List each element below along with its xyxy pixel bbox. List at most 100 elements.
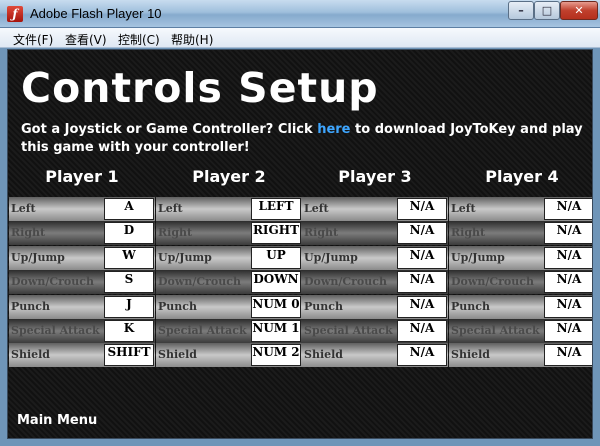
action-label: Left — [11, 202, 36, 215]
control-row: Shield N/A — [302, 343, 448, 368]
control-row: Special Attack N/A — [302, 319, 448, 343]
info-text-before: Got a Joystick or Game Controller? Click — [21, 122, 318, 137]
action-label: Up/Jump — [304, 250, 358, 264]
key-binding-field[interactable]: N/A — [397, 344, 447, 367]
menu-control[interactable]: 控制(C) — [118, 31, 160, 48]
action-label: Shield — [451, 348, 490, 362]
control-row: Up/Jump N/A — [449, 245, 592, 270]
key-binding-field[interactable]: N/A — [544, 198, 592, 220]
key-binding-field[interactable]: DOWN — [251, 271, 301, 294]
control-row: Right RIGHT — [156, 221, 302, 246]
minimize-button[interactable]: – — [508, 1, 534, 20]
key-binding-field[interactable]: N/A — [397, 246, 447, 269]
control-row: Down/Crouch N/A — [449, 270, 592, 295]
action-label: Up/Jump — [451, 250, 505, 264]
action-label: Down/Crouch — [11, 275, 94, 289]
action-label: Punch — [11, 299, 50, 313]
control-row: Left LEFT — [156, 197, 302, 221]
action-label: Left — [158, 202, 183, 215]
flash-stage: Controls Setup Got a Joystick or Game Co… — [7, 49, 593, 439]
control-row: Down/Crouch DOWN — [156, 270, 302, 295]
key-binding-field[interactable]: N/A — [397, 198, 447, 220]
action-label: Punch — [451, 299, 490, 313]
action-label: Right — [304, 226, 339, 240]
key-binding-field[interactable]: NUM 1 — [251, 320, 301, 342]
key-binding-field[interactable]: UP — [251, 246, 301, 269]
main-menu-button[interactable]: Main Menu — [17, 413, 97, 428]
control-row: Left N/A — [302, 197, 448, 221]
key-binding-field[interactable]: SHIFT — [104, 344, 154, 367]
player-2-header: Player 2 — [192, 167, 266, 186]
key-binding-field[interactable]: A — [104, 198, 154, 220]
key-binding-field[interactable]: NUM 2 — [251, 344, 301, 367]
page-title: Controls Setup — [21, 64, 379, 112]
player-4-header: Player 4 — [485, 167, 559, 186]
joystick-info: Got a Joystick or Game Controller? Click… — [21, 121, 591, 157]
control-row: Special Attack K — [9, 319, 155, 343]
key-binding-field[interactable]: K — [104, 320, 154, 342]
key-binding-field[interactable]: N/A — [397, 271, 447, 294]
action-label: Down/Crouch — [304, 275, 387, 289]
control-row: Left A — [9, 197, 155, 221]
key-binding-field[interactable]: N/A — [397, 295, 447, 318]
key-binding-field[interactable]: LEFT — [251, 198, 301, 220]
control-row: Up/Jump UP — [156, 245, 302, 270]
flash-icon: ƒ — [7, 6, 23, 22]
control-row: Up/Jump N/A — [302, 245, 448, 270]
action-label: Up/Jump — [11, 250, 65, 264]
key-binding-field[interactable]: N/A — [544, 295, 592, 318]
control-row: Punch N/A — [449, 294, 592, 319]
control-row: Special Attack NUM 1 — [156, 319, 302, 343]
key-binding-field[interactable]: S — [104, 271, 154, 294]
control-row: Punch N/A — [302, 294, 448, 319]
action-label: Right — [158, 226, 193, 240]
control-row: Up/Jump W — [9, 245, 155, 270]
window-title: Adobe Flash Player 10 — [30, 6, 162, 21]
key-binding-field[interactable]: N/A — [544, 344, 592, 367]
key-binding-field[interactable]: N/A — [544, 271, 592, 294]
control-row: Punch NUM 0 — [156, 294, 302, 319]
action-label: Special Attack — [11, 324, 100, 337]
player-1-header: Player 1 — [45, 167, 119, 186]
control-row: Right N/A — [449, 221, 592, 246]
key-binding-field[interactable]: NUM 0 — [251, 295, 301, 318]
action-label: Right — [11, 226, 46, 240]
action-label: Down/Crouch — [451, 275, 534, 289]
action-label: Right — [451, 226, 486, 240]
action-label: Special Attack — [451, 324, 540, 337]
action-label: Special Attack — [158, 324, 247, 337]
control-row: Right D — [9, 221, 155, 246]
action-label: Down/Crouch — [158, 275, 241, 289]
key-binding-field[interactable]: N/A — [397, 320, 447, 342]
menu-file[interactable]: 文件(F) — [13, 31, 53, 48]
key-binding-field[interactable]: J — [104, 295, 154, 318]
action-label: Shield — [158, 348, 197, 362]
key-binding-field[interactable]: RIGHT — [251, 222, 301, 245]
player-3-header: Player 3 — [338, 167, 412, 186]
control-row: Shield N/A — [449, 343, 592, 368]
close-button[interactable]: ✕ — [560, 1, 598, 20]
key-binding-field[interactable]: N/A — [397, 222, 447, 245]
action-label: Punch — [158, 299, 197, 313]
key-binding-field[interactable]: N/A — [544, 222, 592, 245]
control-row: Special Attack N/A — [449, 319, 592, 343]
action-label: Left — [451, 202, 476, 215]
key-binding-field[interactable]: N/A — [544, 246, 592, 269]
action-label: Shield — [11, 348, 50, 362]
key-binding-field[interactable]: W — [104, 246, 154, 269]
joytokey-link[interactable]: here — [317, 122, 350, 137]
action-label: Special Attack — [304, 324, 393, 337]
maximize-button[interactable]: □ — [534, 1, 560, 20]
key-binding-field[interactable]: N/A — [544, 320, 592, 342]
control-row: Down/Crouch S — [9, 270, 155, 295]
action-label: Shield — [304, 348, 343, 362]
title-bar[interactable]: ƒ Adobe Flash Player 10 – □ ✕ — [0, 0, 600, 28]
control-row: Down/Crouch N/A — [302, 270, 448, 295]
control-row: Punch J — [9, 294, 155, 319]
action-label: Up/Jump — [158, 250, 212, 264]
menu-view[interactable]: 查看(V) — [65, 31, 107, 48]
action-label: Punch — [304, 299, 343, 313]
menu-help[interactable]: 帮助(H) — [171, 31, 213, 48]
key-binding-field[interactable]: D — [104, 222, 154, 245]
menu-bar: 文件(F) 查看(V) 控制(C) 帮助(H) — [0, 28, 600, 48]
